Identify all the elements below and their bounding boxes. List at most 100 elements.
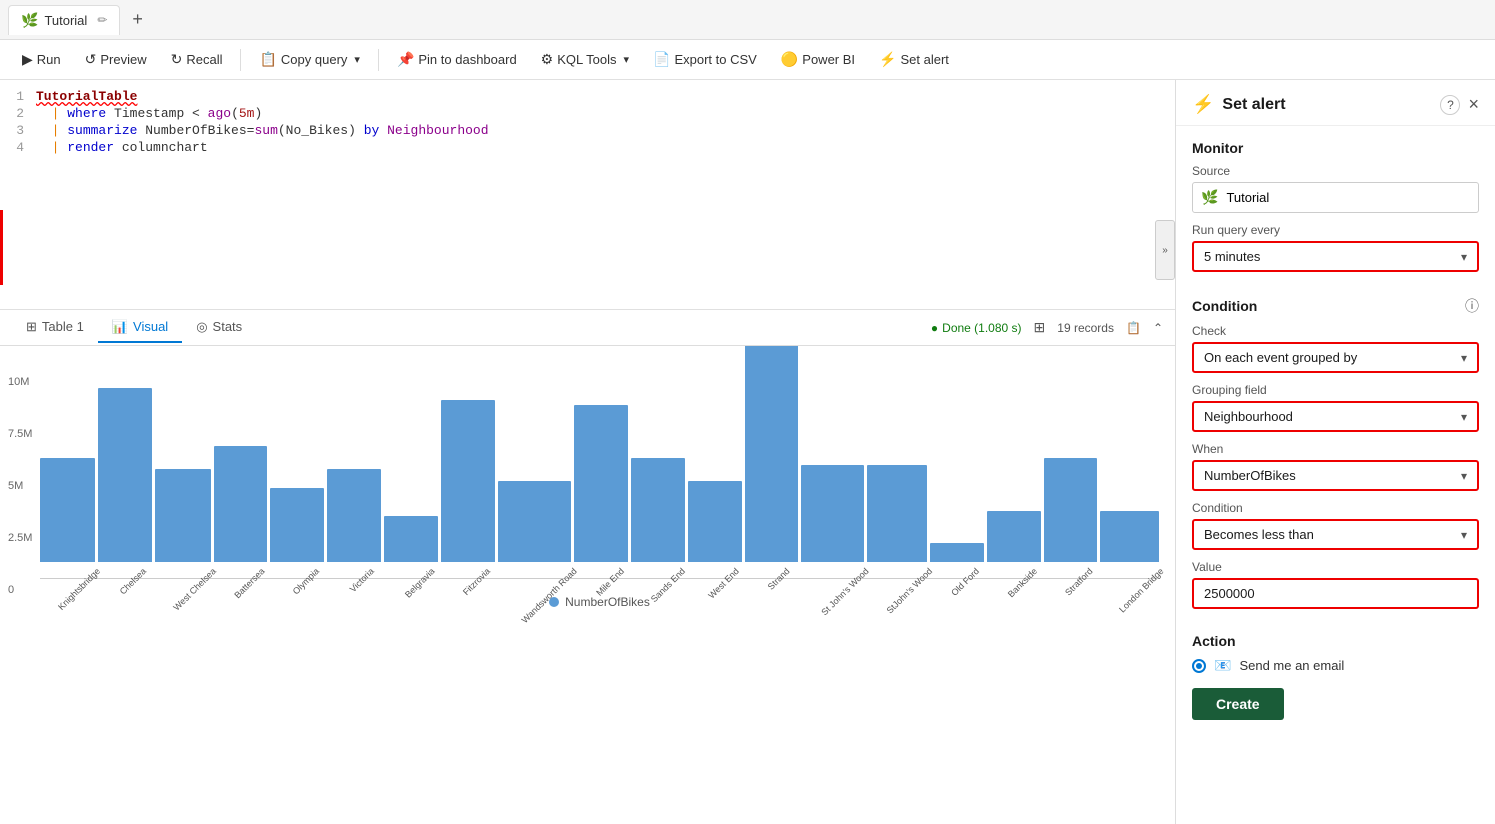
right-panel: ⚡ Set alert ? × Monitor Source 🌿 Tutoria… [1175, 80, 1495, 824]
code-line-2: 2 | where Timestamp < ago ( 5m ) [0, 105, 1175, 122]
bar-label: Mile End [594, 566, 626, 598]
bar [867, 465, 927, 562]
code-token: render [67, 140, 114, 155]
copy-icon: 📋 [259, 51, 276, 68]
run-label: Run [37, 52, 61, 67]
run-query-value: 5 minutes [1204, 249, 1260, 264]
line-num-1: 1 [0, 89, 36, 104]
bar-item: Sands End [631, 458, 685, 576]
run-button[interactable]: ▶ Run [12, 47, 71, 72]
bar [498, 481, 572, 562]
alert-button[interactable]: ⚡ Set alert [869, 47, 959, 72]
tab-edit-icon[interactable]: ✏ [97, 13, 107, 27]
bar [384, 516, 438, 562]
tab-stats[interactable]: ◎ Stats [182, 313, 256, 343]
bar-item: Strand [745, 346, 799, 576]
run-query-group: Run query every 5 minutes ▾ [1192, 223, 1479, 272]
bar-label: Chelsea [118, 566, 148, 596]
condition-value: Becomes less than [1204, 527, 1314, 542]
action-section: Action 📧 Send me an email [1192, 633, 1479, 674]
panel-body: Monitor Source 🌿 Tutorial Run query ever… [1176, 126, 1495, 734]
check-field-group: Check On each event grouped by ▾ [1192, 324, 1479, 373]
preview-button[interactable]: ↺ Preview [75, 47, 157, 72]
grouping-select[interactable]: Neighbourhood ▾ [1192, 401, 1479, 432]
line-content-4: | render columnchart [36, 140, 208, 155]
legend-label: NumberOfBikes [565, 595, 650, 609]
collapse-icon: » [1162, 245, 1168, 256]
export-button[interactable]: 📄 Export to CSV [643, 47, 767, 72]
create-button[interactable]: Create [1192, 688, 1284, 720]
alert-label: Set alert [900, 52, 948, 67]
help-icon[interactable]: ? [1440, 95, 1460, 115]
condition-section: Condition ⓘ Check On each event grouped … [1192, 296, 1479, 619]
visual-tab-label: Visual [133, 319, 168, 334]
bar [745, 346, 799, 562]
tab-tutorial[interactable]: 🌿 Tutorial ✏ [8, 5, 120, 35]
copy-query-button[interactable]: 📋 Copy query [249, 47, 369, 72]
tab-add-button[interactable]: + [124, 9, 151, 30]
recall-button[interactable]: ↻ Recall [161, 47, 233, 72]
grouping-value: Neighbourhood [1204, 409, 1293, 424]
bar-item: Fitzrovia [441, 400, 495, 576]
check-select[interactable]: On each event grouped by ▾ [1192, 342, 1479, 373]
close-icon[interactable]: × [1468, 94, 1479, 115]
pin-button[interactable]: 📌 Pin to dashboard [387, 47, 527, 72]
panel-title-text: Set alert [1222, 96, 1285, 114]
code-token: Neighbourhood [379, 123, 488, 138]
when-select[interactable]: NumberOfBikes ▾ [1192, 460, 1479, 491]
kql-button[interactable]: ⚙ KQL Tools [531, 47, 639, 72]
code-token: TutorialTable [36, 89, 137, 104]
bar-item: Bankside [987, 511, 1041, 576]
sep1 [240, 49, 241, 71]
code-token: | [36, 123, 67, 138]
source-field-group: Source 🌿 Tutorial [1192, 164, 1479, 213]
bar-item: Victoria [327, 469, 381, 576]
condition-select[interactable]: Becomes less than ▾ [1192, 519, 1479, 550]
bar-item: Knightsbridge [40, 458, 95, 576]
run-query-select[interactable]: 5 minutes ▾ [1192, 241, 1479, 272]
bar-item: West Chelsea [155, 469, 211, 576]
bar-label: St John's Wood [820, 566, 871, 617]
kql-label: KQL Tools [557, 52, 616, 67]
copy-result-icon[interactable]: 📋 [1126, 321, 1141, 335]
collapse-button[interactable]: » [1155, 220, 1175, 280]
chart-legend: NumberOfBikes [40, 595, 1159, 609]
powerbi-label: Power BI [802, 52, 855, 67]
records-icon: ⊞ [1034, 319, 1046, 336]
expand-icon[interactable]: ⌃ [1153, 321, 1163, 335]
line-content-3: | summarize NumberOfBikes= sum (No_Bikes… [36, 123, 489, 138]
kql-icon: ⚙ [541, 51, 554, 68]
y-label-25m: 2.5M [8, 532, 32, 544]
line-num-2: 2 [0, 106, 36, 121]
email-radio[interactable] [1192, 659, 1206, 673]
y-axis-labels: 10M 7.5M 5M 2.5M 0 [8, 376, 32, 596]
check-arrow: ▾ [1461, 351, 1467, 365]
chart-area: 10M 7.5M 5M 2.5M 0 KnightsbridgeChelseaW… [0, 346, 1175, 824]
tab-visual[interactable]: 📊 Visual [98, 313, 182, 343]
bar [98, 388, 152, 562]
source-db-icon: 🌿 [1201, 189, 1218, 206]
code-token: ( [231, 106, 239, 121]
recall-label: Recall [186, 52, 222, 67]
preview-icon: ↺ [85, 51, 97, 68]
code-editor[interactable]: 1 TutorialTable 2 | where Timestamp < ag… [0, 80, 1175, 310]
tab-table[interactable]: ⊞ Table 1 [12, 313, 98, 343]
alert-icon: ⚡ [879, 51, 896, 68]
powerbi-button[interactable]: 🟡 Power BI [771, 47, 865, 72]
monitor-section: Monitor Source 🌿 Tutorial Run query ever… [1192, 140, 1479, 282]
source-box: 🌿 Tutorial [1192, 182, 1479, 213]
pin-icon: 📌 [397, 51, 414, 68]
when-field-group: When NumberOfBikes ▾ [1192, 442, 1479, 491]
bar [270, 488, 324, 562]
code-token: | [36, 140, 67, 155]
y-label-0: 0 [8, 584, 32, 596]
when-arrow: ▾ [1461, 469, 1467, 483]
result-tabs-left: ⊞ Table 1 📊 Visual ◎ Stats [12, 313, 256, 343]
email-icon: 📧 [1214, 657, 1231, 674]
run-query-arrow: ▾ [1461, 250, 1467, 264]
value-input[interactable] [1192, 578, 1479, 609]
bar-item: Wandsworth Road [498, 481, 572, 576]
code-line-3: 3 | summarize NumberOfBikes= sum (No_Bik… [0, 122, 1175, 139]
condition-info-icon[interactable]: ⓘ [1465, 296, 1479, 316]
panel-header-icons: ? × [1440, 94, 1479, 115]
